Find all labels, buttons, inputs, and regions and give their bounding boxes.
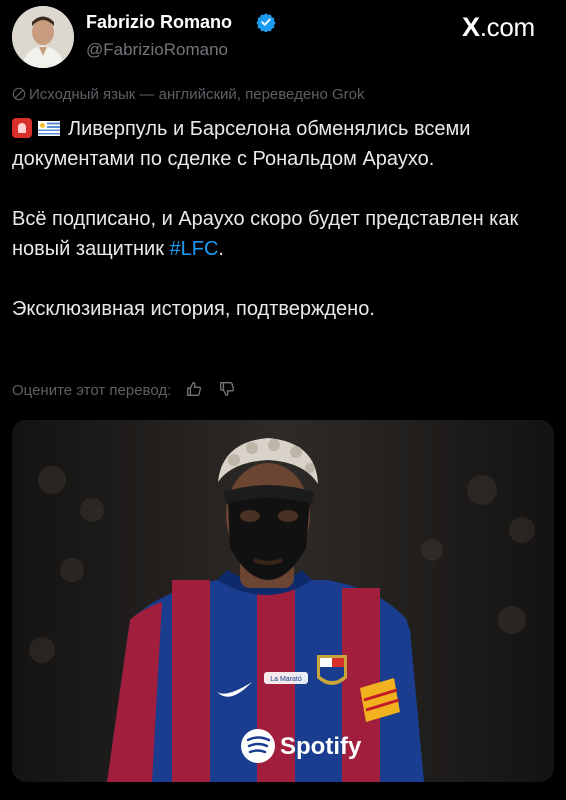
translation-note-text: Исходный язык — английский, переведено G… [29, 86, 365, 103]
x-logo-icon: X [462, 12, 480, 42]
site-watermark: X.com [462, 12, 535, 43]
translation-note[interactable]: Исходный язык — английский, переведено G… [12, 86, 364, 103]
site-domain: .com [479, 12, 535, 42]
tweet-line-2: Всё подписано, и Араухо скоро будет пред… [12, 208, 519, 260]
tweet-media-photo[interactable]: La Marató Spotify [12, 420, 554, 782]
thumbs-up-icon[interactable] [185, 380, 203, 398]
tweet-header: Fabrizio Romano @FabrizioRomano X.com [0, 0, 566, 80]
rate-translation-label: Оцените этот перевод: [12, 382, 172, 399]
verified-badge-icon [256, 13, 276, 32]
kit-sponsor-text: Spotify [280, 733, 362, 760]
tweet-line-1: Ливерпуль и Барселона обменялись всеми д… [12, 118, 471, 170]
tweet-paragraph-2: Всё подписано, и Араухо скоро будет пред… [12, 204, 552, 264]
tweet-text: Ливерпуль и Барселона обменялись всеми д… [12, 114, 552, 324]
tweet-paragraph-1: Ливерпуль и Барселона обменялись всеми д… [12, 114, 552, 174]
tweet-line-2-end: . [218, 238, 224, 260]
hashtag-link[interactable]: #LFC [170, 238, 219, 260]
globe-icon [12, 87, 26, 101]
thumbs-down-icon[interactable] [218, 380, 236, 398]
siren-emoji [12, 118, 32, 138]
rate-translation: Оцените этот перевод: [12, 380, 236, 399]
avatar-image [12, 6, 74, 68]
tweet-paragraph-3: Эксклюзивная история, подтверждено. [12, 298, 375, 320]
uruguay-flag-emoji [38, 121, 60, 136]
author-name[interactable]: Fabrizio Romano [86, 12, 232, 33]
author-avatar[interactable] [12, 6, 74, 68]
sleeve-patch-text: La Marató [270, 676, 302, 683]
player-photo: La Marató Spotify [12, 420, 554, 782]
author-handle[interactable]: @FabrizioRomano [86, 40, 228, 60]
